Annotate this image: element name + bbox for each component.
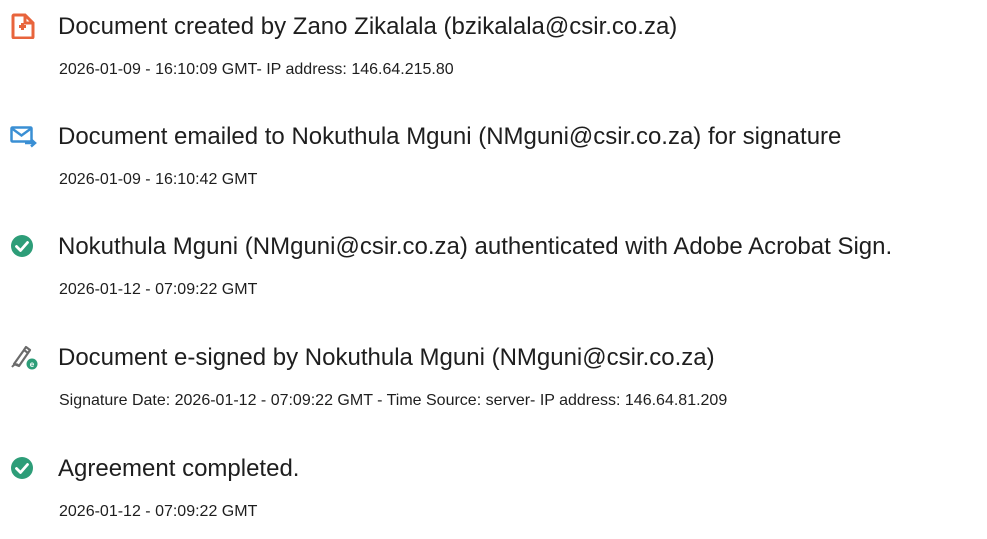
check-circle-icon: [10, 455, 38, 481]
event-detail: 2026-01-09 - 16:10:42 GMT: [59, 171, 258, 188]
email-sent-icon: [10, 123, 38, 149]
event-title: Nokuthula Mguni (NMguni@csir.co.za) auth…: [58, 233, 893, 260]
document-created-icon: [10, 13, 38, 39]
e-sign-pen-icon: e: [10, 344, 38, 370]
event-title: Agreement completed.: [58, 455, 300, 482]
event-title: Document created by Zano Zikalala (bzika…: [58, 13, 678, 40]
event-detail: 2026-01-12 - 07:09:22 GMT: [59, 503, 258, 520]
event-detail: 2026-01-12 - 07:09:22 GMT: [59, 281, 258, 298]
event-detail: Signature Date: 2026-01-12 - 07:09:22 GM…: [59, 392, 728, 409]
event-title: Document e-signed by Nokuthula Mguni (NM…: [58, 344, 715, 371]
event-title: Document emailed to Nokuthula Mguni (NMg…: [58, 123, 842, 150]
svg-text:e: e: [30, 360, 35, 369]
event-detail: 2026-01-09 - 16:10:09 GMT- IP address: 1…: [59, 61, 454, 78]
check-circle-icon: [10, 233, 38, 259]
